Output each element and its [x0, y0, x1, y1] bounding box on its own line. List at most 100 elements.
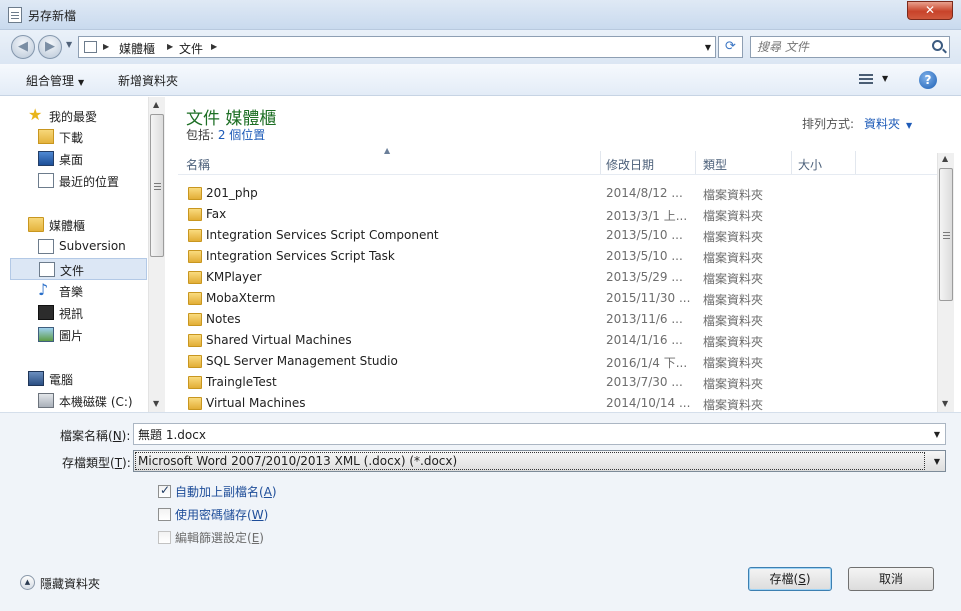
nav-item-recent-places[interactable]: 最近的位置 — [10, 170, 147, 192]
nav-computer[interactable]: 電腦 — [10, 368, 147, 390]
chevron-down-icon[interactable]: ▼ — [882, 74, 888, 83]
nav-favorites[interactable]: ★ 我的最愛 — [10, 105, 147, 127]
save-button[interactable]: 存檔(S) — [748, 567, 832, 591]
scroll-up-icon[interactable]: ▲ — [153, 100, 159, 109]
column-divider[interactable] — [695, 151, 696, 174]
folder-icon — [188, 271, 202, 284]
sort-ascending-icon: ▲ — [384, 146, 391, 155]
file-row[interactable]: TraingleTest 2013/7/30 ... 檔案資料夾 — [178, 372, 938, 393]
chevron-down-icon[interactable]: ▼ — [705, 43, 711, 52]
computer-icon — [28, 371, 44, 386]
nav-label: 電腦 — [49, 373, 74, 387]
view-options-icon[interactable] — [859, 74, 873, 86]
file-row[interactable]: SQL Server Management Studio 2016/1/4 下.… — [178, 351, 938, 372]
hide-folders-label: 隱藏資料夾 — [40, 577, 101, 591]
scroll-down-icon[interactable]: ▼ — [153, 399, 159, 408]
filename-combobox[interactable]: ▼ — [133, 423, 946, 445]
file-row[interactable]: KMPlayer 2013/5/29 ... 檔案資料夾 — [178, 267, 938, 288]
column-name[interactable]: 名稱 — [186, 156, 210, 173]
chevron-up-icon: ▲ — [20, 575, 35, 590]
locations-link[interactable]: 2 個位置 — [218, 128, 265, 142]
search-icon[interactable] — [932, 40, 943, 51]
organize-button[interactable]: 組合管理 ▼ — [26, 72, 84, 89]
file-date: 2013/3/1 上... — [606, 209, 688, 223]
search-box[interactable] — [750, 36, 950, 58]
help-icon[interactable]: ? — [919, 71, 937, 89]
nav-item-videos[interactable]: 視訊 — [10, 302, 147, 324]
breadcrumb-separator-icon[interactable]: ▶ — [103, 42, 109, 51]
folder-icon — [188, 313, 202, 326]
file-scrollbar[interactable]: ▲ ▼ — [937, 153, 954, 412]
file-date: 2013/5/10 ... — [606, 228, 683, 242]
search-input[interactable] — [757, 39, 917, 55]
filename-input[interactable] — [138, 426, 918, 442]
cancel-button[interactable]: 取消 — [848, 567, 934, 591]
close-button[interactable]: ✕ — [907, 1, 953, 20]
filetype-label-end: ): — [122, 456, 131, 470]
column-date[interactable]: 修改日期 — [606, 156, 654, 173]
download-folder-icon — [38, 129, 54, 144]
checkbox-label-end: ) — [263, 508, 269, 522]
auto-extension-label[interactable]: 自動加上副檔名(A) — [175, 483, 277, 500]
scroll-thumb[interactable] — [939, 168, 953, 301]
save-with-password-checkbox[interactable] — [158, 508, 171, 521]
checkbox-label-end: ) — [259, 531, 264, 545]
nav-item-downloads[interactable]: 下載 — [10, 126, 147, 148]
document-icon — [8, 7, 22, 23]
document-library-icon — [38, 239, 54, 254]
arrange-by-dropdown[interactable]: 資料夾 ▼ — [864, 115, 912, 132]
nav-libraries[interactable]: 媒體櫃 — [10, 214, 147, 236]
column-type[interactable]: 類型 — [703, 156, 727, 173]
breadcrumb-separator-icon[interactable]: ▶ — [167, 42, 173, 51]
folder-icon — [188, 355, 202, 368]
file-row[interactable]: Integration Services Script Component 20… — [178, 225, 938, 246]
file-name: Shared Virtual Machines — [206, 333, 352, 347]
recent-pages-dropdown[interactable]: ▼ — [66, 40, 72, 49]
file-name: SQL Server Management Studio — [206, 354, 398, 368]
chevron-down-icon[interactable]: ▼ — [934, 457, 940, 466]
file-date: 2013/7/30 ... — [606, 375, 683, 389]
breadcrumb-item[interactable]: 文件 — [179, 40, 203, 57]
breadcrumb-separator-icon[interactable]: ▶ — [211, 42, 217, 51]
address-bar[interactable]: ▶ 媒體櫃 ▶ 文件 ▶ ▼ — [78, 36, 716, 58]
nav-item-music[interactable]: ♪ 音樂 — [10, 280, 147, 302]
new-folder-button[interactable]: 新增資料夾 — [118, 72, 178, 89]
file-row[interactable]: Virtual Machines 2014/10/14 ... 檔案資料夾 — [178, 393, 938, 414]
scroll-thumb[interactable] — [150, 114, 164, 257]
back-button[interactable]: ◀ — [11, 35, 35, 59]
file-row[interactable]: MobaXterm 2015/11/30 ... 檔案資料夾 — [178, 288, 938, 309]
folder-icon — [188, 376, 202, 389]
file-row[interactable]: Notes 2013/11/6 ... 檔案資料夾 — [178, 309, 938, 330]
nav-item-pictures[interactable]: 圖片 — [10, 324, 147, 346]
nav-label: 下載 — [59, 131, 84, 145]
refresh-button[interactable]: ⟳ — [718, 36, 743, 58]
chevron-down-icon: ▼ — [78, 78, 85, 87]
grip-icon — [154, 183, 161, 190]
nav-item-subversion[interactable]: Subversion — [10, 236, 147, 258]
breadcrumb-item[interactable]: 媒體櫃 — [119, 40, 155, 57]
auto-extension-checkbox[interactable] — [158, 483, 171, 498]
column-divider[interactable] — [855, 151, 856, 174]
chevron-down-icon[interactable]: ▼ — [934, 430, 940, 439]
column-divider[interactable] — [791, 151, 792, 174]
filetype-select[interactable]: Microsoft Word 2007/2010/2013 XML (.docx… — [133, 450, 946, 472]
file-date: 2014/1/16 ... — [606, 333, 683, 347]
nav-item-local-disk[interactable]: 本機磁碟 (C:) — [10, 390, 147, 412]
checkbox-label-text: 自動加上副檔名( — [175, 485, 264, 499]
libraries-icon — [28, 217, 44, 232]
file-row[interactable]: Fax 2013/3/1 上... 檔案資料夾 — [178, 204, 938, 225]
file-row[interactable]: Shared Virtual Machines 2014/1/16 ... 檔案… — [178, 330, 938, 351]
file-row[interactable]: Integration Services Script Task 2013/5/… — [178, 246, 938, 267]
column-size[interactable]: 大小 — [798, 156, 822, 173]
scroll-up-icon[interactable]: ▲ — [942, 154, 948, 163]
nav-item-desktop[interactable]: 桌面 — [10, 148, 147, 170]
scroll-down-icon[interactable]: ▼ — [942, 399, 948, 408]
nav-label: 文件 — [60, 264, 85, 278]
forward-button[interactable]: ▶ — [38, 35, 62, 59]
nav-item-documents[interactable]: 文件 — [10, 258, 147, 280]
nav-scrollbar[interactable]: ▲ ▼ — [148, 97, 165, 412]
video-icon — [38, 305, 54, 320]
column-divider[interactable] — [600, 151, 601, 174]
save-with-password-label[interactable]: 使用密碼儲存(W) — [175, 506, 268, 523]
file-row[interactable]: 201_php 2014/8/12 ... 檔案資料夾 — [178, 183, 938, 204]
